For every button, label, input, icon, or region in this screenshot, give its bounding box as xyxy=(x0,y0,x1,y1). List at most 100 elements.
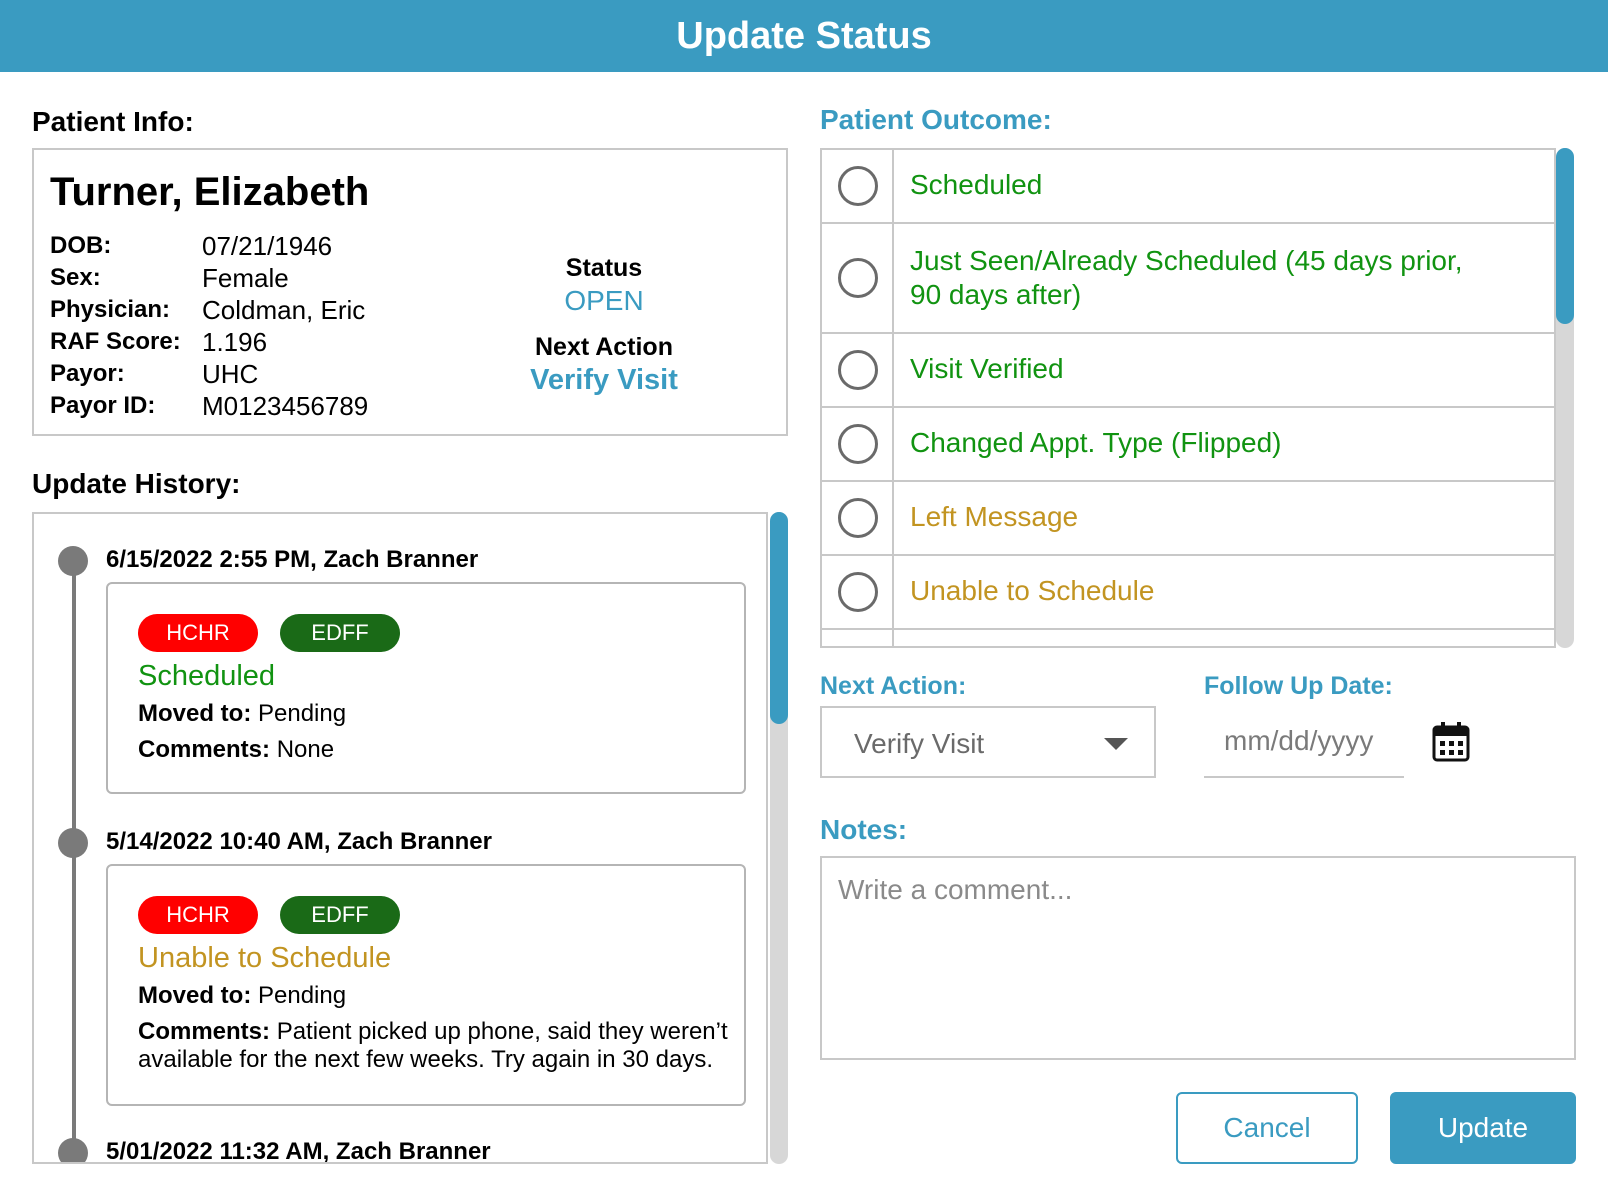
detail-value: UHC xyxy=(202,358,259,389)
radio-cell xyxy=(822,556,894,628)
radio-icon[interactable] xyxy=(838,350,878,390)
radio-icon[interactable] xyxy=(838,572,878,612)
patient-info-label: Patient Info: xyxy=(32,106,194,137)
patient-outcome-label: Patient Outcome: xyxy=(820,104,1052,135)
dialog-header: Update Status xyxy=(0,0,1608,72)
badge-hchr: HCHR xyxy=(138,614,258,652)
badge-group: HCHR EDFF xyxy=(138,896,422,934)
status-value: OPEN xyxy=(564,285,644,316)
history-comments: Comments: None xyxy=(138,736,334,764)
next-action-selected-value: Verify Visit xyxy=(854,728,985,759)
patient-name: Turner, Elizabeth xyxy=(50,170,370,214)
next-action-value: Verify Visit xyxy=(530,364,678,396)
outcome-option-visit-verified[interactable]: Visit Verified xyxy=(822,334,1554,408)
detail-value: Female xyxy=(202,262,289,293)
radio-cell xyxy=(822,482,894,554)
comments-value: None xyxy=(276,736,335,763)
detail-value: 1.196 xyxy=(202,326,268,357)
comments-label: Comments: xyxy=(138,1018,271,1045)
moved-label: Moved to: xyxy=(138,700,252,727)
detail-key: Sex: xyxy=(50,264,101,291)
outcome-option-scheduled[interactable]: Scheduled xyxy=(822,150,1554,224)
radio-cell xyxy=(822,224,894,332)
detail-key: DOB: xyxy=(50,232,112,259)
cancel-button[interactable]: Cancel xyxy=(1176,1092,1358,1164)
detail-row-raf-score: RAF Score: 1.196 xyxy=(50,326,368,358)
history-comments: Comments: Patient picked up phone, said … xyxy=(138,1018,728,1074)
outcome-option-just-seen[interactable]: Just Seen/Already Scheduled (45 days pri… xyxy=(822,224,1554,334)
radio-icon[interactable] xyxy=(838,498,878,538)
status-block: Status OPEN Next Action Verify Visit xyxy=(504,254,704,397)
badge-edff: EDFF xyxy=(280,896,400,934)
update-history-list: 6/15/2022 2:55 PM, Zach Branner HCHR EDF… xyxy=(32,512,768,1164)
outcome-scrollbar[interactable] xyxy=(1556,148,1574,648)
chevron-down-icon xyxy=(1104,738,1128,750)
status-label: Status xyxy=(565,254,643,282)
badge-edff: EDFF xyxy=(280,614,400,652)
patient-info-card: Turner, Elizabeth DOB: 07/21/1946 Sex: F… xyxy=(32,148,788,436)
moved-value: Pending xyxy=(258,982,347,1009)
detail-value: M0123456789 xyxy=(202,390,369,421)
comments-value: Patient picked up phone, said they weren… xyxy=(276,1018,728,1045)
outcome-option-unable-to-schedule[interactable]: Unable to Schedule xyxy=(822,556,1554,630)
outcome-label: Left Message xyxy=(910,501,1079,532)
follow-up-date-label: Follow Up Date: xyxy=(1204,672,1393,700)
moved-label: Moved to: xyxy=(138,982,252,1009)
detail-key: Physician: xyxy=(50,296,171,323)
outcome-option-left-message[interactable]: Left Message xyxy=(822,482,1554,556)
outcome-option-partial xyxy=(822,630,1554,646)
next-action-field-label: Next Action: xyxy=(820,672,967,700)
history-scrollbar-thumb[interactable] xyxy=(770,512,788,724)
patient-details: DOB: 07/21/1946 Sex: Female Physician: C… xyxy=(50,230,368,422)
outcome-label-line-2: 90 days after) xyxy=(910,279,1082,310)
notes-textarea[interactable] xyxy=(820,856,1576,1060)
outcome-option-changed-appt-type[interactable]: Changed Appt. Type (Flipped) xyxy=(822,408,1554,482)
detail-value: 07/21/1946 xyxy=(202,230,333,261)
history-entry-header: 5/14/2022 10:40 AM, Zach Branner xyxy=(106,828,492,855)
detail-value: Coldman, Eric xyxy=(202,294,366,325)
comments-value-continued: available for the next few weeks. Try ag… xyxy=(138,1046,713,1073)
notes-label: Notes: xyxy=(820,814,908,845)
next-action-label: Next Action xyxy=(535,333,673,361)
badge-group: HCHR EDFF xyxy=(138,614,422,652)
radio-cell xyxy=(822,630,894,646)
history-moved-to: Moved to: Pending xyxy=(138,982,346,1010)
update-button[interactable]: Update xyxy=(1390,1092,1576,1164)
detail-key: RAF Score: xyxy=(50,328,181,355)
detail-row-payor-id: Payor ID: M0123456789 xyxy=(50,390,368,422)
badge-hchr: HCHR xyxy=(138,896,258,934)
history-outcome: Scheduled xyxy=(138,660,276,692)
outcome-label-line-1: Just Seen/Already Scheduled (45 days pri… xyxy=(910,245,1463,276)
outcome-label: Scheduled xyxy=(910,169,1043,200)
follow-up-date-input[interactable] xyxy=(1204,706,1404,778)
radio-icon[interactable] xyxy=(838,424,878,464)
history-scrollbar[interactable] xyxy=(770,512,788,1164)
history-outcome: Unable to Schedule xyxy=(138,942,392,974)
detail-row-dob: DOB: 07/21/1946 xyxy=(50,230,368,262)
radio-cell xyxy=(822,150,894,222)
moved-value: Pending xyxy=(258,700,347,727)
timeline-dot-icon xyxy=(58,828,88,858)
detail-key: Payor ID: xyxy=(50,392,156,419)
history-entry-header: 5/01/2022 11:32 AM, Zach Branner xyxy=(106,1138,491,1164)
timeline-line xyxy=(72,562,76,1162)
history-moved-to: Moved to: Pending xyxy=(138,700,346,728)
comments-label: Comments: xyxy=(138,736,271,763)
radio-icon[interactable] xyxy=(838,166,878,206)
outcome-scrollbar-thumb[interactable] xyxy=(1556,148,1574,324)
calendar-icon[interactable] xyxy=(1432,722,1470,762)
dialog-title: Update Status xyxy=(676,14,932,57)
history-entry-card: HCHR EDFF Unable to Schedule Moved to: P… xyxy=(106,864,746,1106)
radio-icon[interactable] xyxy=(838,258,878,298)
outcome-label: Changed Appt. Type (Flipped) xyxy=(910,427,1282,458)
history-entry-header: 6/15/2022 2:55 PM, Zach Branner xyxy=(106,546,479,573)
next-action-select[interactable]: Verify Visit xyxy=(820,706,1156,778)
patient-outcome-list: Scheduled Just Seen/Already Scheduled (4… xyxy=(820,148,1556,648)
outcome-label: Visit Verified xyxy=(910,353,1064,384)
detail-key: Payor: xyxy=(50,360,125,387)
outcome-label: Just Seen/Already Scheduled (45 days pri… xyxy=(910,244,1463,312)
timeline-dot-icon xyxy=(58,546,88,576)
timeline-dot-icon xyxy=(58,1138,88,1162)
detail-row-payor: Payor: UHC xyxy=(50,358,368,390)
detail-row-physician: Physician: Coldman, Eric xyxy=(50,294,368,326)
